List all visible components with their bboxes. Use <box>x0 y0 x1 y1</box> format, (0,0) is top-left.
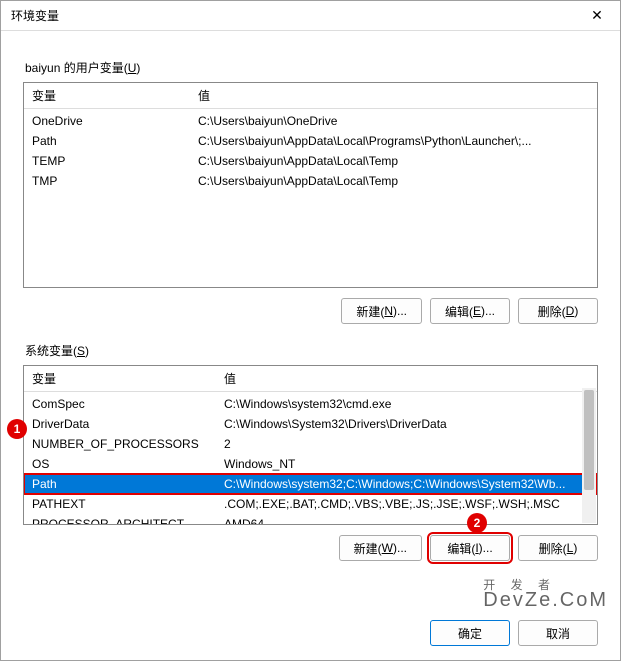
table-row[interactable]: OneDriveC:\Users\baiyun\OneDrive <box>24 111 597 131</box>
column-variable[interactable]: 变量 <box>24 83 190 108</box>
sys-buttons: 新建(W)... 编辑(I)... 删除(L) <box>23 535 598 561</box>
user-table-body: OneDriveC:\Users\baiyun\OneDrive PathC:\… <box>24 109 597 193</box>
column-variable[interactable]: 变量 <box>24 366 216 391</box>
table-row[interactable]: OSWindows_NT <box>24 454 597 474</box>
user-edit-button[interactable]: 编辑(E)... <box>430 298 510 324</box>
dialog-bottom-buttons: 确定 取消 <box>23 620 598 646</box>
dialog-title: 环境变量 <box>11 7 59 24</box>
scrollbar-thumb[interactable] <box>584 390 594 490</box>
env-vars-dialog: 环境变量 ✕ baiyun 的用户变量(U) 变量 值 OneDriveC:\U… <box>0 0 621 661</box>
user-vars-label: baiyun 的用户变量(U) <box>25 59 598 76</box>
sys-table-body: ComSpecC:\Windows\system32\cmd.exe Drive… <box>24 392 597 525</box>
column-value[interactable]: 值 <box>216 366 597 391</box>
column-value[interactable]: 值 <box>190 83 597 108</box>
sys-table-header: 变量 值 <box>24 366 597 392</box>
table-row-path[interactable]: PathC:\Windows\system32;C:\Windows;C:\Wi… <box>24 474 597 494</box>
user-vars-table[interactable]: 变量 值 OneDriveC:\Users\baiyun\OneDrive Pa… <box>23 82 598 288</box>
titlebar: 环境变量 ✕ <box>1 1 620 31</box>
ok-button[interactable]: 确定 <box>430 620 510 646</box>
watermark: 开 发 者 DevZe.CoM <box>483 576 608 612</box>
table-row[interactable]: PATHEXT.COM;.EXE;.BAT;.CMD;.VBS;.VBE;.JS… <box>24 494 597 514</box>
dialog-content: baiyun 的用户变量(U) 变量 值 OneDriveC:\Users\ba… <box>1 31 620 561</box>
user-delete-button[interactable]: 删除(D) <box>518 298 598 324</box>
user-new-button[interactable]: 新建(N)... <box>341 298 422 324</box>
sys-vars-table[interactable]: 变量 值 ComSpecC:\Windows\system32\cmd.exe … <box>23 365 598 525</box>
table-row[interactable]: DriverDataC:\Windows\System32\Drivers\Dr… <box>24 414 597 434</box>
sys-scrollbar[interactable] <box>582 388 596 523</box>
table-row[interactable]: PathC:\Users\baiyun\AppData\Local\Progra… <box>24 131 597 151</box>
user-table-header: 变量 值 <box>24 83 597 109</box>
user-buttons: 新建(N)... 编辑(E)... 删除(D) <box>23 298 598 324</box>
table-row[interactable]: ComSpecC:\Windows\system32\cmd.exe <box>24 394 597 414</box>
sys-delete-button[interactable]: 删除(L) <box>518 535 598 561</box>
table-row[interactable]: TEMPC:\Users\baiyun\AppData\Local\Temp <box>24 151 597 171</box>
sys-vars-label: 系统变量(S) <box>25 342 598 359</box>
sys-edit-button[interactable]: 编辑(I)... <box>430 535 510 561</box>
table-row[interactable]: NUMBER_OF_PROCESSORS2 <box>24 434 597 454</box>
close-icon[interactable]: ✕ <box>582 4 612 28</box>
table-row[interactable]: TMPC:\Users\baiyun\AppData\Local\Temp <box>24 171 597 191</box>
table-row[interactable]: PROCESSOR_ARCHITECT...AMD64 <box>24 514 597 525</box>
annotation-badge-1: 1 <box>7 419 27 439</box>
sys-new-button[interactable]: 新建(W)... <box>339 535 422 561</box>
cancel-button[interactable]: 取消 <box>518 620 598 646</box>
annotation-badge-2: 2 <box>467 513 487 533</box>
